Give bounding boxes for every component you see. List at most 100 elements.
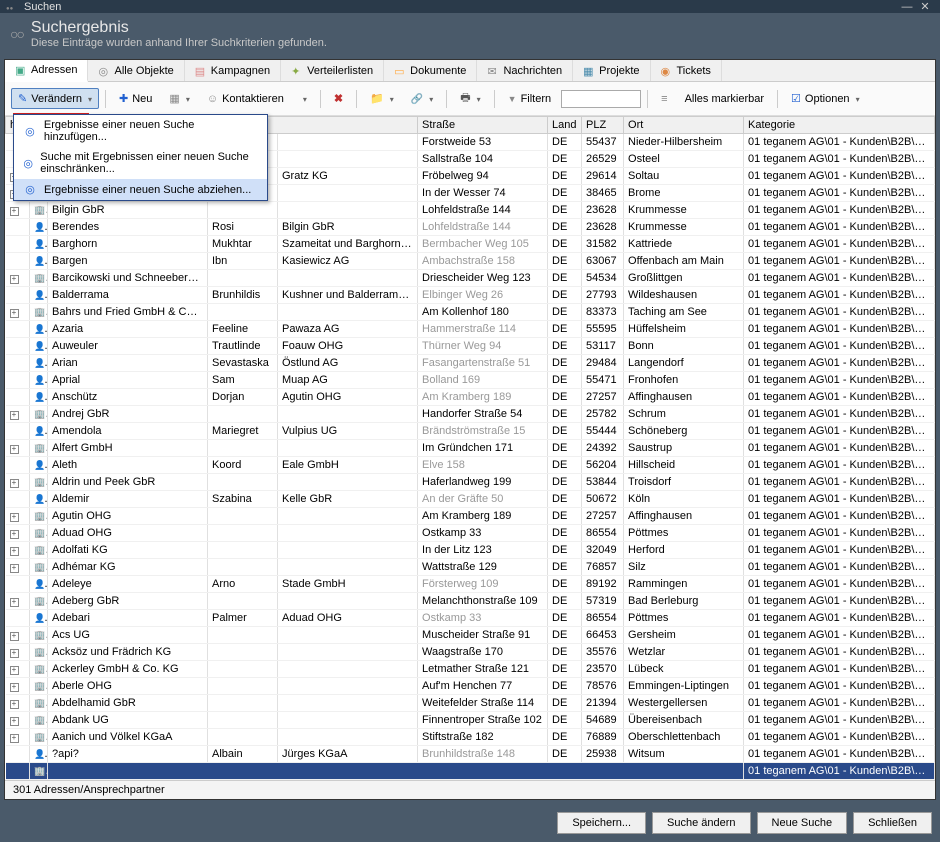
table-row[interactable]: AlethKoordEale GmbHElve 158DE56204Hillsc… xyxy=(6,457,935,474)
person-icon xyxy=(34,374,44,384)
expand-icon[interactable]: + xyxy=(10,683,19,692)
alles-markierbar-button[interactable]: Alles markierbar xyxy=(678,89,771,109)
table-row[interactable]: +Aanich und Völkel KGaAStiftstraße 182DE… xyxy=(6,729,935,746)
expand-icon[interactable]: + xyxy=(10,666,19,675)
col-kategorie[interactable]: Kategorie xyxy=(744,117,935,134)
table-row[interactable]: BarghornMukhtarSzameitat und Barghorn AG… xyxy=(6,236,935,253)
expand-icon[interactable]: + xyxy=(10,700,19,709)
table-row[interactable]: +Abdelhamid GbRWeitefelder Straße 114DE2… xyxy=(6,695,935,712)
filter-input[interactable] xyxy=(561,90,641,108)
expand-icon[interactable]: + xyxy=(10,547,19,556)
expand-icon[interactable]: + xyxy=(10,598,19,607)
building-icon xyxy=(34,697,45,709)
table-row[interactable]: +Abdank UGFinnentroper Straße 102DE54689… xyxy=(6,712,935,729)
schliessen-button[interactable]: Schließen xyxy=(853,812,932,834)
col-land[interactable]: Land xyxy=(548,117,582,134)
table-row[interactable]: +Acksöz und Frädrich KGWaagstraße 170DE3… xyxy=(6,644,935,661)
table-row[interactable]: AprialSamMuap AGBolland 169DE55471Fronho… xyxy=(6,372,935,389)
table-row[interactable]: +Ackerley GmbH & Co. KGLetmather Straße … xyxy=(6,661,935,678)
table-row[interactable]: AdeleyeArnoStade GmbHFörsterweg 109DE891… xyxy=(6,576,935,593)
table-row[interactable]: BargenIbnKasiewicz AGAmbachstraße 158DE6… xyxy=(6,253,935,270)
expand-icon[interactable]: + xyxy=(10,564,19,573)
table-row[interactable]: +Agutin OHGAm Kramberg 189DE27257Affingh… xyxy=(6,508,935,525)
person-icon xyxy=(34,289,44,299)
expand-icon[interactable]: + xyxy=(10,309,19,318)
table-row[interactable]: BerendesRosiBilgin GbRLohfeldstraße 144D… xyxy=(6,219,935,236)
tab-adressen[interactable]: Adressen xyxy=(5,60,88,82)
table-row[interactable]: BalderramaBrunhildisKushner und Balderra… xyxy=(6,287,935,304)
toolbar: Verändern Neu Kontaktieren xyxy=(5,82,935,116)
table-row[interactable]: +Acs UGMuscheider Straße 91DE66453Gershe… xyxy=(6,627,935,644)
expand-icon[interactable]: + xyxy=(10,445,19,454)
dropdown-item[interactable]: Ergebnisse einer neuen Suche abziehen... xyxy=(14,179,267,200)
expand-icon[interactable]: + xyxy=(10,479,19,488)
person-icon xyxy=(34,255,44,265)
expand-icon[interactable]: + xyxy=(10,717,19,726)
building-icon xyxy=(34,510,45,522)
dropdown-item[interactable]: Ergebnisse einer neuen Suche hinzufügen.… xyxy=(14,115,267,147)
optionen-button[interactable]: Optionen xyxy=(784,88,867,109)
tab-nachrichten[interactable]: Nachrichten xyxy=(477,60,573,81)
table-row[interactable]: AldemirSzabinaKelle GbRAn der Gräfte 50D… xyxy=(6,491,935,508)
table-row[interactable]: +Adhémar KGWattstraße 129DE76857Silz01 t… xyxy=(6,559,935,576)
table-row[interactable]: +Aldrin und Peek GbRHaferlandweg 199DE53… xyxy=(6,474,935,491)
table-row[interactable]: AzariaFeelinePawaza AGHammerstraße 114DE… xyxy=(6,321,935,338)
building-icon xyxy=(34,527,45,539)
table-row[interactable]: +Bahrs und Fried GmbH & Co. KGAm Kollenh… xyxy=(6,304,935,321)
dropdown-item[interactable]: Suche mit Ergebnissen einer neuen Suche … xyxy=(14,147,267,179)
table-row[interactable]: +Aberle OHGAuf'm Henchen 77DE78576Emming… xyxy=(6,678,935,695)
tab-verteilerlisten[interactable]: Verteilerlisten xyxy=(281,60,384,81)
col-plz[interactable]: PLZ xyxy=(582,117,624,134)
table-row[interactable]: +Andrej GbRHandorfer Straße 54DE25782Sch… xyxy=(6,406,935,423)
print-button[interactable] xyxy=(453,85,487,112)
person-icon xyxy=(34,221,44,231)
veraendern-button[interactable]: Verändern xyxy=(11,88,99,109)
table-row[interactable]: AuweulerTrautlindeFoauw OHGThürner Weg 9… xyxy=(6,338,935,355)
speichern-button[interactable]: Speichern... xyxy=(557,812,646,834)
col-strasse[interactable]: Straße xyxy=(418,117,548,134)
expand-icon[interactable]: + xyxy=(10,513,19,522)
table-row[interactable]: +Aduad OHGOstkamp 33DE86554Pöttmes01 teg… xyxy=(6,525,935,542)
table-row[interactable]: +Alfert GmbHIm Gründchen 171DE24392Saust… xyxy=(6,440,935,457)
filter-button[interactable]: Filtern xyxy=(501,89,558,109)
close-button[interactable]: ✕ xyxy=(916,0,934,13)
person-icon xyxy=(34,238,44,248)
veraendern-dropdown: Ergebnisse einer neuen Suche hinzufügen.… xyxy=(13,114,268,201)
minimize-button[interactable]: — xyxy=(898,1,916,13)
tab-alle-objekte[interactable]: Alle Objekte xyxy=(88,60,184,81)
expand-icon[interactable]: + xyxy=(10,649,19,658)
delete-button[interactable] xyxy=(327,88,350,109)
table-row[interactable]: +Bilgin GbRLohfeldstraße 144DE23628Krumm… xyxy=(6,202,935,219)
suche-aendern-button[interactable]: Suche ändern xyxy=(652,812,751,834)
tab-kampagnen[interactable]: Kampagnen xyxy=(185,60,281,81)
table-row[interactable]: ArianSevastaskaÖstlund AGFasangartenstra… xyxy=(6,355,935,372)
neue-suche-button[interactable]: Neue Suche xyxy=(757,812,848,834)
tab-projekte[interactable]: Projekte xyxy=(573,60,650,81)
tab-dokumente[interactable]: Dokumente xyxy=(384,60,477,81)
grid-wrap[interactable]: hörige Adresse Straße Land PLZ Ort Kateg… xyxy=(5,116,935,780)
kontaktieren-drop[interactable] xyxy=(294,89,314,109)
col-ort[interactable]: Ort xyxy=(624,117,744,134)
table-row[interactable]: +Adolfati KGIn der Litz 123DE32049Herfor… xyxy=(6,542,935,559)
table-row[interactable]: AmendolaMariegretVulpius UGBrändströmstr… xyxy=(6,423,935,440)
tab-tickets[interactable]: Tickets xyxy=(651,60,722,81)
link-button[interactable] xyxy=(404,89,440,109)
table-row-selected[interactable]: 01 teganem AG\01 - Kunden\B2B\Kampagne xyxy=(6,763,935,780)
table-row[interactable]: +Barcikowski und Schneeberger KGDriesche… xyxy=(6,270,935,287)
expand-icon[interactable]: + xyxy=(10,275,19,284)
neu-button[interactable]: Neu xyxy=(112,88,159,109)
expand-icon[interactable]: + xyxy=(10,530,19,539)
grid-button[interactable] xyxy=(162,88,196,109)
lines-button[interactable] xyxy=(654,89,674,109)
expand-icon[interactable]: + xyxy=(10,632,19,641)
table-row[interactable]: AdebariPalmerAduad OHGOstkamp 33DE86554P… xyxy=(6,610,935,627)
table-row[interactable]: AnschützDorjanAgutin OHGAm Kramberg 189D… xyxy=(6,389,935,406)
expand-icon[interactable]: + xyxy=(10,411,19,420)
table-row[interactable]: ?api?AlbainJürges KGaABrunhildstraße 148… xyxy=(6,746,935,763)
table-row[interactable]: +Adeberg GbRMelanchthonstraße 109DE57319… xyxy=(6,593,935,610)
folder-button[interactable] xyxy=(363,88,401,109)
expand-icon[interactable]: + xyxy=(10,207,19,216)
building-icon xyxy=(34,544,45,556)
kontaktieren-button[interactable]: Kontaktieren xyxy=(200,89,291,109)
expand-icon[interactable]: + xyxy=(10,734,19,743)
